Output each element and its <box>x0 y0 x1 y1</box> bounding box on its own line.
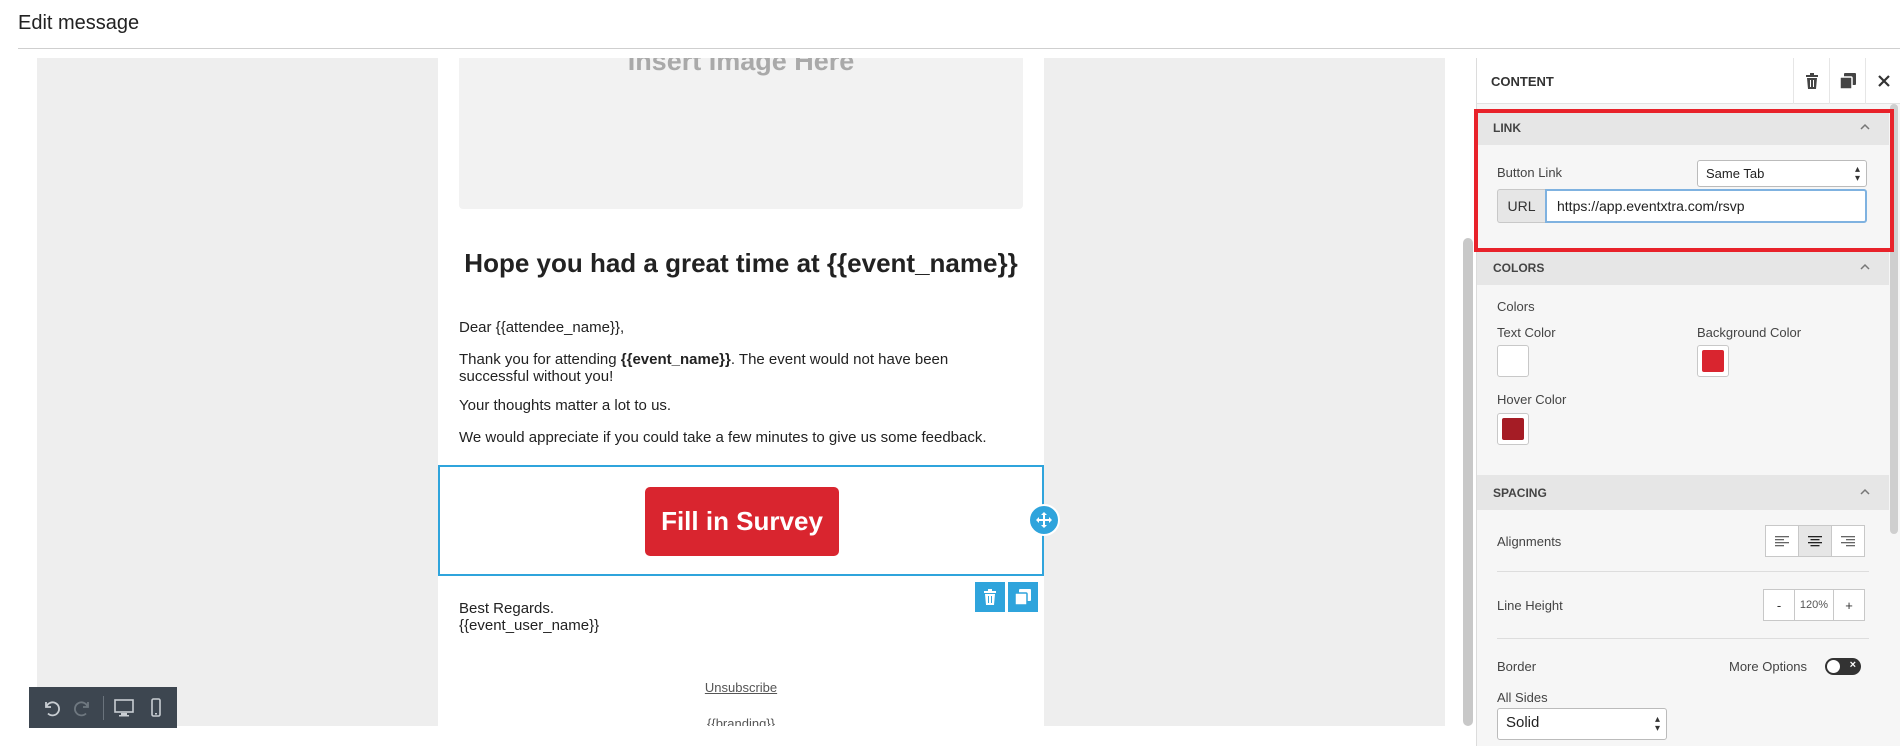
toggle-knob <box>1827 660 1840 673</box>
link-target-select[interactable]: Same Tab ▴ ▾ <box>1697 160 1867 187</box>
panel-header: CONTENT <box>1477 58 1900 104</box>
duplicate-icon[interactable] <box>1829 58 1865 104</box>
top-divider <box>18 48 1900 49</box>
all-sides-label: All Sides <box>1497 690 1548 705</box>
email-body: Insert Image Here Hope you had a great t… <box>438 58 1060 726</box>
align-right-icon[interactable] <box>1831 525 1865 557</box>
line-height-decrease-button[interactable]: - <box>1763 589 1795 621</box>
background-color-label: Background Color <box>1697 325 1802 340</box>
spacing-divider <box>1497 571 1869 572</box>
thanks-event-name: {{event_name}} <box>620 351 731 368</box>
chevron-up-icon <box>1859 120 1871 138</box>
branding-text: {{branding}} <box>707 716 775 726</box>
url-input-group: URL <box>1497 189 1867 223</box>
hover-color-swatch[interactable] <box>1497 413 1529 445</box>
line-height-stepper: - 120% + <box>1763 589 1865 621</box>
editor-canvas: Insert Image Here Hope you had a great t… <box>37 58 1445 726</box>
border-label: Border <box>1497 659 1537 674</box>
window-title: Edit message <box>18 12 140 34</box>
move-handle-icon[interactable] <box>1028 504 1060 536</box>
signoff-text[interactable]: Best Regards. <box>459 600 1019 617</box>
background-color-swatch[interactable] <box>1697 345 1729 377</box>
toggle-off-icon: × <box>1849 659 1856 671</box>
redo-icon[interactable] <box>71 696 95 720</box>
image-placeholder-block[interactable]: Insert Image Here <box>459 58 1023 209</box>
panel-title: CONTENT <box>1491 74 1554 89</box>
thanks-prefix: Thank you for attending <box>459 351 621 368</box>
button-link-label: Button Link <box>1497 165 1563 180</box>
appreciate-text[interactable]: We would appreciate if you could take a … <box>459 429 1019 446</box>
align-center-icon[interactable] <box>1798 525 1832 557</box>
text-color-swatch[interactable] <box>1497 345 1529 377</box>
link-section-title: LINK <box>1493 121 1521 135</box>
line-height-label: Line Height <box>1497 598 1563 613</box>
line-height-value: 120% <box>1795 589 1833 621</box>
mobile-preview-icon[interactable] <box>144 696 168 720</box>
selected-button-block[interactable]: Fill in Survey <box>438 465 1044 576</box>
greeting-text[interactable]: Dear {{attendee_name}}, <box>459 319 1019 336</box>
spacing-section-header[interactable]: SPACING <box>1477 475 1889 510</box>
link-section-header[interactable]: LINK <box>1477 110 1889 145</box>
text-color-label: Text Color <box>1497 325 1556 340</box>
unsubscribe-link[interactable]: Unsubscribe <box>438 680 1044 695</box>
alignments-label: Alignments <box>1497 534 1562 549</box>
border-style-value: Solid <box>1506 714 1540 731</box>
colors-group-label: Colors <box>1497 299 1535 314</box>
panel-scrollbar[interactable] <box>1890 104 1898 534</box>
line-height-increase-button[interactable]: + <box>1833 589 1865 621</box>
more-options-toggle[interactable]: × <box>1825 658 1861 675</box>
select-arrows-icon: ▴ ▾ <box>1654 714 1660 734</box>
history-toolbar <box>29 687 177 728</box>
more-options-label: More Options <box>1729 659 1808 674</box>
align-left-icon[interactable] <box>1765 525 1799 557</box>
desktop-preview-icon[interactable] <box>112 696 136 720</box>
canvas-scrollbar[interactable] <box>1463 238 1473 726</box>
properties-panel: CONTENT LINK Button Link Same Tab ▴ ▾ URL… <box>1476 58 1900 746</box>
signature-text[interactable]: {{event_user_name}} <box>459 617 1019 634</box>
top-bar: Edit message <box>0 0 1900 49</box>
alignment-buttons <box>1765 525 1865 557</box>
spacing-section-title: SPACING <box>1493 486 1547 500</box>
trash-icon[interactable] <box>1793 58 1829 104</box>
colors-section-header[interactable]: COLORS <box>1477 250 1889 285</box>
thoughts-text[interactable]: Your thoughts matter a lot to us. <box>459 397 1019 414</box>
undo-icon[interactable] <box>39 696 63 720</box>
image-placeholder-text: Insert Image Here <box>627 58 855 76</box>
url-input[interactable] <box>1545 189 1867 223</box>
spacing-divider <box>1497 638 1869 639</box>
url-addon-label: URL <box>1497 189 1545 223</box>
close-icon[interactable] <box>1865 58 1900 104</box>
email-heading[interactable]: Hope you had a great time at {{event_nam… <box>438 248 1044 279</box>
fill-survey-button[interactable]: Fill in Survey <box>645 487 839 556</box>
hover-color-label: Hover Color <box>1497 392 1567 407</box>
chevron-up-icon <box>1859 485 1871 503</box>
toolbar-separator <box>103 695 104 720</box>
colors-section-title: COLORS <box>1493 261 1545 275</box>
chevron-up-icon <box>1859 260 1871 278</box>
border-style-select[interactable]: Solid ▴ ▾ <box>1497 708 1667 740</box>
thanks-paragraph[interactable]: Thank you for attending {{event_name}}. … <box>459 351 1019 385</box>
link-target-value: Same Tab <box>1706 166 1765 181</box>
select-arrows-icon: ▴ ▾ <box>1854 164 1860 184</box>
